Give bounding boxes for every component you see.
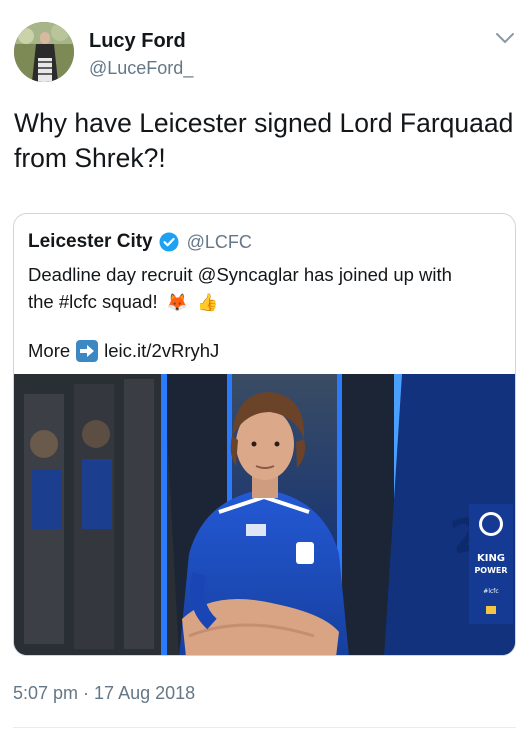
- tweet-text: Why have Leicester signed Lord Farquaad …: [14, 108, 514, 173]
- divider: [13, 727, 516, 728]
- quoted-author-name[interactable]: Leicester City: [28, 231, 153, 253]
- quoted-tweet-text: Deadline day recruit @Syncaglar has join…: [28, 261, 508, 316]
- sponsor-hashtag: #lcfc: [483, 588, 498, 595]
- quoted-text-line-2: the #lcfc squad! 🦊 👍: [28, 288, 508, 316]
- tweet-header: Lucy Ford @LuceFord_: [0, 0, 529, 96]
- author-name[interactable]: Lucy Ford: [89, 30, 186, 53]
- more-label: More: [28, 340, 71, 361]
- sponsor-line-1: KING: [477, 553, 505, 564]
- author-handle[interactable]: @LuceFord_: [89, 58, 193, 79]
- quoted-text-line-1: Deadline day recruit @Syncaglar has join…: [28, 264, 452, 285]
- quoted-author-handle[interactable]: @LCFC: [187, 232, 252, 253]
- quoted-tweet-header: Leicester City @LCFC: [28, 230, 252, 254]
- quoted-text-line-2-text: the #lcfc squad!: [28, 291, 158, 312]
- quoted-link-line: More leic.it/2vRryhJ: [28, 337, 219, 364]
- tweet-timestamp[interactable]: 5:07 pm · 17 Aug 2018: [13, 683, 195, 704]
- fox-emoji-icon: 🦊: [166, 293, 188, 312]
- chevron-down-icon[interactable]: [494, 30, 516, 46]
- quoted-link[interactable]: leic.it/2vRryhJ: [104, 337, 219, 364]
- verified-badge-icon: [159, 232, 179, 252]
- sponsor-line-2: POWER: [474, 566, 507, 575]
- right-arrow-emoji-icon: [76, 339, 99, 362]
- avatar[interactable]: [14, 22, 74, 82]
- quoted-tweet-card[interactable]: Leicester City @LCFC Deadline day recrui…: [13, 213, 516, 656]
- thumbs-up-emoji-icon: 👍: [197, 293, 219, 312]
- quoted-tweet-photo[interactable]: 25 KING POWER #lcfc: [14, 374, 515, 655]
